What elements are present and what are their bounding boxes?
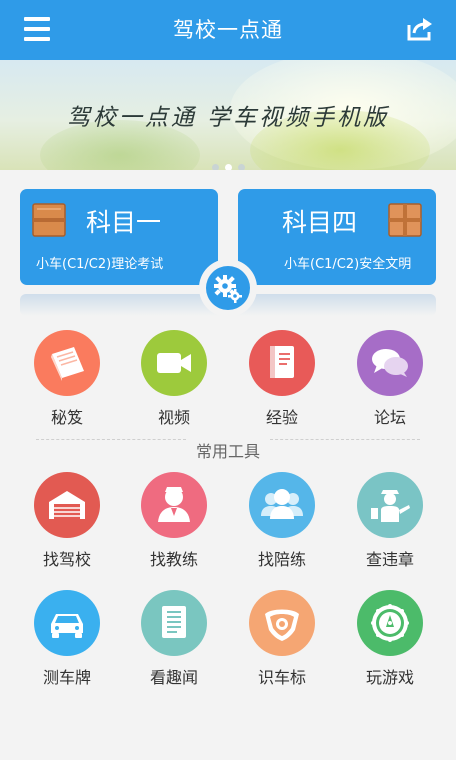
tool-label: 看趣闻 xyxy=(149,668,198,687)
instructor-icon xyxy=(158,487,190,522)
subject-four-card[interactable]: 科目四 小车(C1/C2)安全文明 xyxy=(238,189,436,285)
tool-label: 识车标 xyxy=(257,668,306,687)
grid-item-label: 视频 xyxy=(157,408,190,427)
book-icon xyxy=(51,347,84,381)
tool-label: 测车牌 xyxy=(42,668,91,687)
tool-circle xyxy=(249,590,315,656)
grid-item-experience[interactable]: 经验 xyxy=(232,330,332,428)
tool-circle xyxy=(357,590,423,656)
app-title: 驾校一点通 xyxy=(173,18,283,42)
tool-check-violation[interactable]: 查违章 xyxy=(340,472,440,570)
tool-circle xyxy=(34,472,100,538)
notebook-icon xyxy=(270,346,294,378)
group-icon xyxy=(261,489,303,519)
grid-item-circle xyxy=(357,330,423,396)
tool-find-school[interactable]: 找驾校 xyxy=(17,472,117,570)
tool-label: 找教练 xyxy=(149,550,198,569)
carousel-dot-active[interactable] xyxy=(224,164,232,170)
carousel-dots xyxy=(0,156,456,170)
chat-bubbles-icon xyxy=(372,349,408,377)
tool-circle xyxy=(34,590,100,656)
grid-item-secrets[interactable]: 秘笈 xyxy=(17,330,117,428)
traffic-police-icon xyxy=(371,490,410,522)
package-box-icon xyxy=(388,203,422,237)
car-badge-icon xyxy=(265,609,299,641)
subject-one-subtitle: 小车(C1/C2)理论考试 xyxy=(36,257,164,272)
tool-plate-test[interactable]: 测车牌 xyxy=(17,590,117,688)
grid-item-circle xyxy=(34,330,100,396)
tool-circle xyxy=(249,472,315,538)
tool-circle xyxy=(141,472,207,538)
car-icon xyxy=(51,614,83,638)
share-icon[interactable] xyxy=(406,16,434,42)
banner-text: 驾校一点通 学车视频手机版 xyxy=(66,105,390,131)
tool-label: 查违章 xyxy=(365,550,414,569)
subject-four-subtitle: 小车(C1/C2)安全文明 xyxy=(284,257,412,272)
tool-label: 找陪练 xyxy=(257,550,306,569)
tool-label: 玩游戏 xyxy=(365,668,414,687)
tool-find-coach[interactable]: 找陪练 xyxy=(232,472,332,570)
tool-circle xyxy=(141,590,207,656)
subject-one-title: 科目一 xyxy=(86,208,162,237)
grid-item-circle xyxy=(141,330,207,396)
garage-icon xyxy=(49,491,85,519)
gears-icon xyxy=(214,275,242,303)
settings-button[interactable] xyxy=(199,259,257,317)
grid-item-circle xyxy=(249,330,315,396)
grid-item-label: 秘笈 xyxy=(50,408,83,427)
tool-play-game[interactable]: 玩游戏 xyxy=(340,590,440,688)
grid-item-video[interactable]: 视频 xyxy=(124,330,224,428)
tools-section-title: 常用工具 xyxy=(195,442,260,461)
carousel-dot[interactable] xyxy=(237,164,245,170)
tool-circle xyxy=(357,472,423,538)
promo-banner[interactable]: 驾校一点通 学车视频手机版 xyxy=(0,60,456,170)
grid-item-label: 经验 xyxy=(265,408,298,427)
document-icon xyxy=(162,606,186,638)
tool-fun-news[interactable]: 看趣闻 xyxy=(124,590,224,688)
app-header: 驾校一点通 xyxy=(0,0,456,60)
carousel-dot[interactable] xyxy=(211,164,219,170)
video-camera-icon xyxy=(157,353,191,373)
section-divider-right xyxy=(270,439,420,440)
tool-label: 找驾校 xyxy=(42,550,91,569)
subject-four-title: 科目四 xyxy=(282,208,358,237)
game-wheel-icon xyxy=(371,604,409,642)
tool-find-instructor[interactable]: 找教练 xyxy=(124,472,224,570)
package-box-icon xyxy=(32,203,66,237)
subject-one-card[interactable]: 科目一 小车(C1/C2)理论考试 xyxy=(20,189,218,285)
grid-item-forum[interactable]: 论坛 xyxy=(340,330,440,428)
grid-item-label: 论坛 xyxy=(373,408,406,427)
tool-car-badge[interactable]: 识车标 xyxy=(232,590,332,688)
